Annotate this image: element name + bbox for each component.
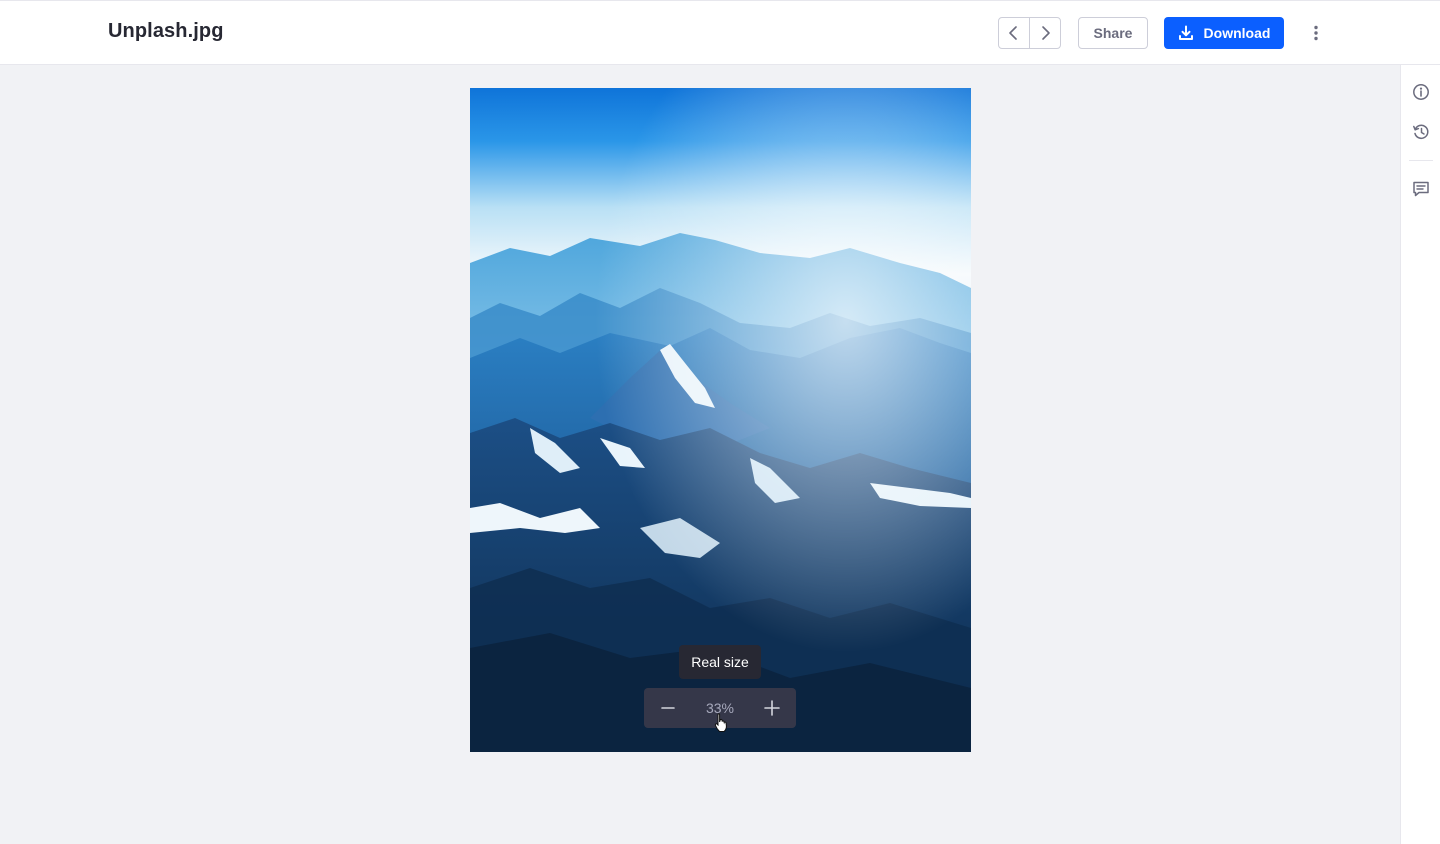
download-button[interactable]: Download <box>1164 17 1284 49</box>
top-bar: Unplash.jpg Share Download <box>0 0 1440 65</box>
file-navigation <box>998 17 1061 49</box>
chevron-right-icon <box>1042 26 1050 40</box>
minus-icon <box>661 707 675 709</box>
history-icon[interactable] <box>1411 122 1431 142</box>
next-file-button[interactable] <box>1029 17 1061 49</box>
file-title: Unplash.jpg <box>108 20 224 42</box>
download-icon <box>1178 25 1193 40</box>
previous-file-button[interactable] <box>998 17 1030 49</box>
zoom-out-button[interactable] <box>644 688 692 728</box>
zoom-in-button[interactable] <box>748 688 796 728</box>
sidebar <box>1400 65 1440 844</box>
ellipsis-v-icon <box>1314 25 1318 41</box>
chevron-left-icon <box>1009 26 1017 40</box>
plus-icon <box>764 700 780 716</box>
info-circle-icon[interactable] <box>1411 82 1431 102</box>
hand-pointer-cursor <box>714 713 727 732</box>
comments-icon[interactable] <box>1411 179 1431 199</box>
more-actions-button[interactable] <box>1300 17 1332 49</box>
real-size-tooltip: Real size <box>679 645 761 679</box>
download-label: Download <box>1203 25 1271 41</box>
share-button[interactable]: Share <box>1078 17 1148 49</box>
sidebar-divider <box>1409 160 1433 161</box>
